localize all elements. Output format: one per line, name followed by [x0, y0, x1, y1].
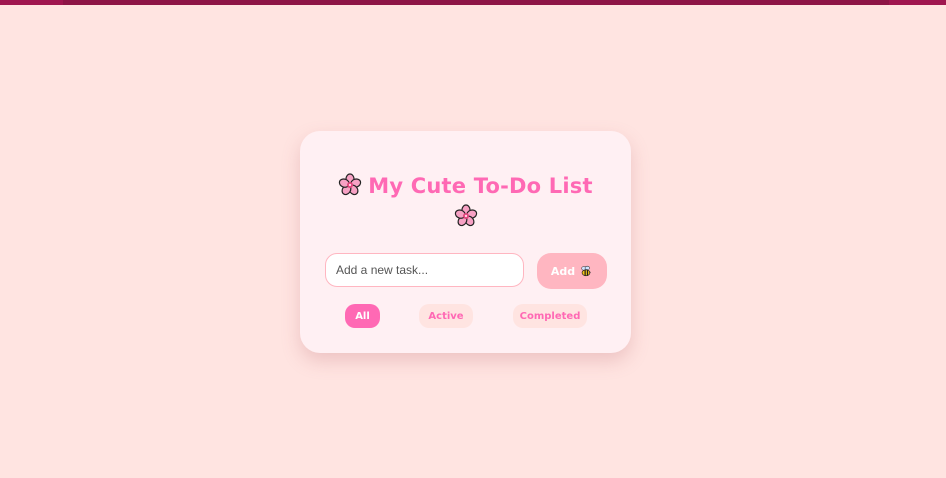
filter-completed-button[interactable]: Completed: [513, 304, 587, 328]
browser-top-bar: [0, 0, 946, 5]
title-text: My Cute To-Do List: [368, 174, 593, 198]
cherry-blossom-icon: [454, 204, 478, 228]
bee-icon: [579, 264, 593, 278]
page-title: My Cute To-Do List: [320, 171, 611, 233]
browser-top-bar-inner: [63, 0, 889, 5]
filter-active-button[interactable]: Active: [419, 304, 473, 328]
todo-card: My Cute To-Do List Add a new task... Add…: [300, 131, 631, 353]
task-input[interactable]: [325, 253, 524, 287]
cherry-blossom-icon: [338, 173, 362, 197]
add-button-label: Add: [550, 264, 576, 278]
add-task-button[interactable]: Add: [537, 253, 607, 289]
filter-all-button[interactable]: All: [345, 304, 380, 328]
